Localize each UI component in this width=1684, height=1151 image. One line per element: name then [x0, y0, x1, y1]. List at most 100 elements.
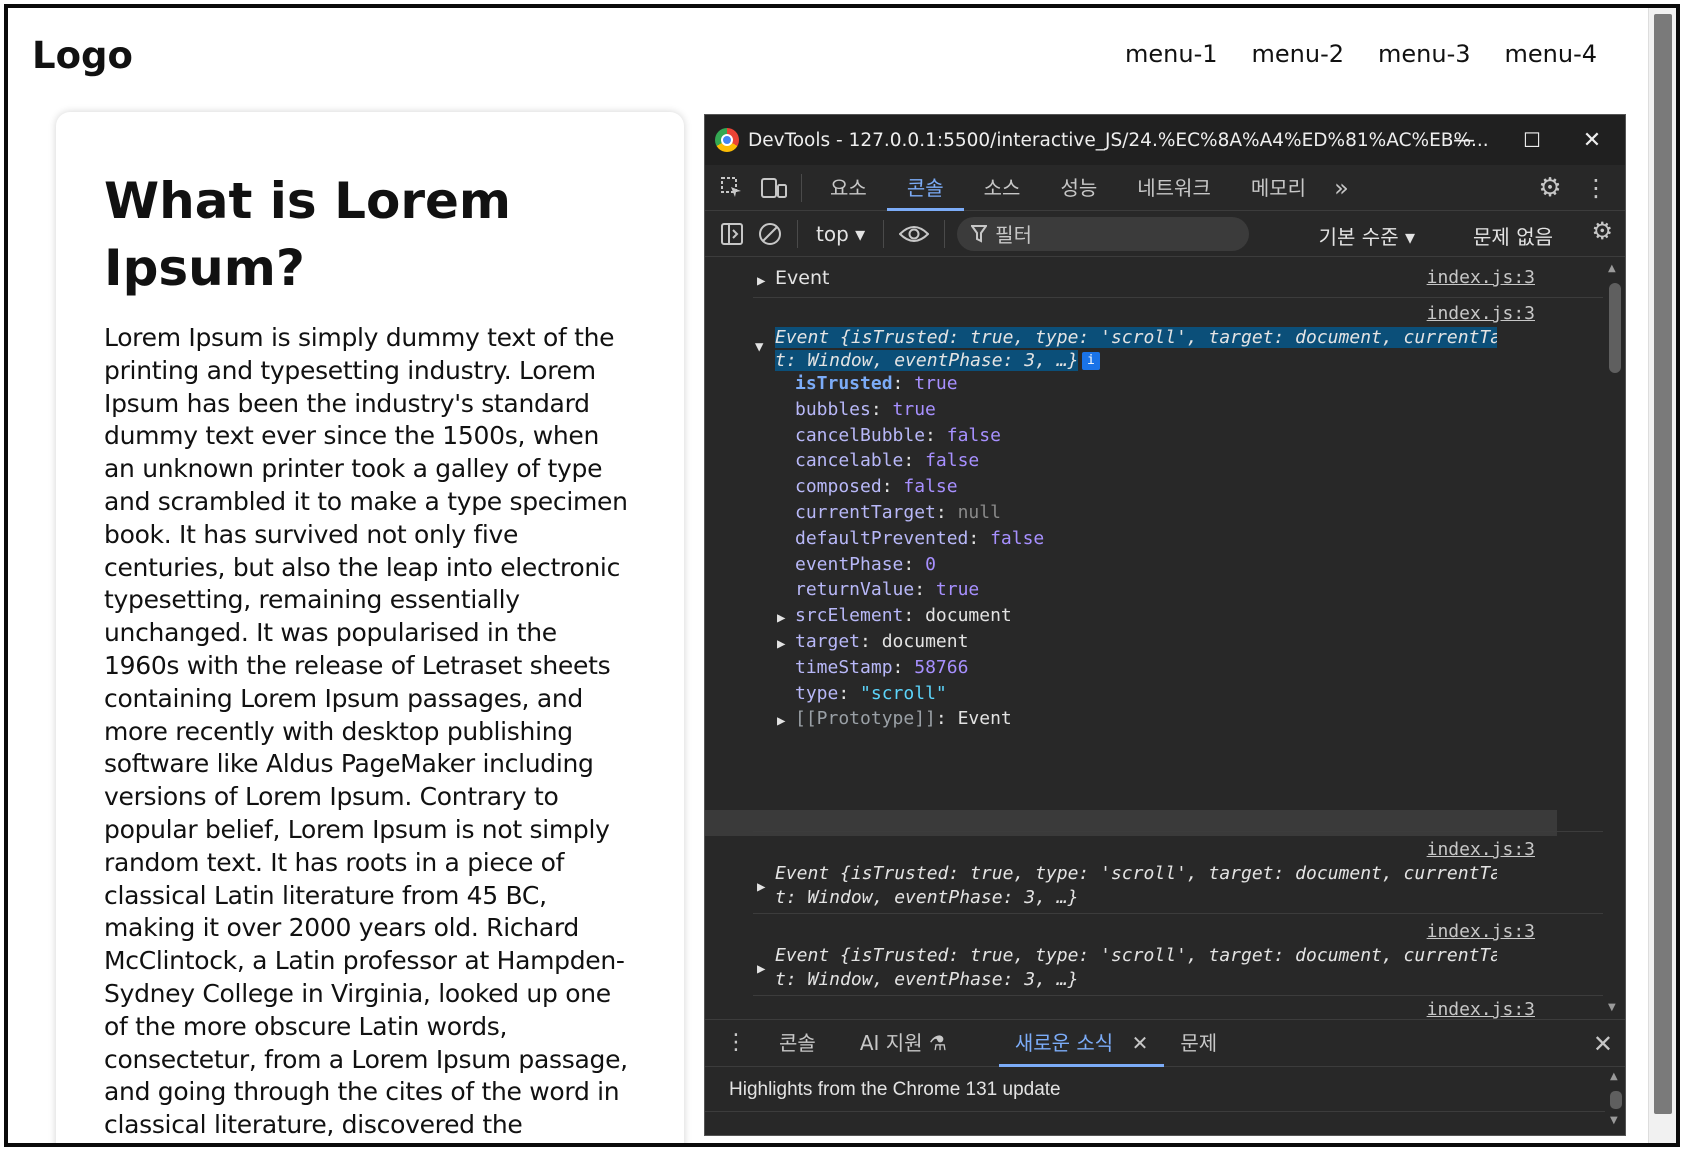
source-link[interactable]: index.js:3	[1427, 267, 1535, 288]
property-value: true	[935, 579, 980, 601]
source-link[interactable]: index.js:3	[1427, 303, 1535, 324]
minimize-button[interactable]: —	[1441, 123, 1487, 157]
scroll-up-arrow-icon[interactable]: ▲	[1610, 1071, 1618, 1082]
property-separator: :	[838, 682, 861, 704]
event-summary-line-2[interactable]: t: Window, eventPhase: 3, …}	[775, 350, 1079, 371]
chrome-logo-icon	[715, 128, 739, 152]
property-separator: :	[968, 527, 991, 549]
context-selector[interactable]: top ▾	[806, 222, 875, 246]
scroll-down-arrow-icon[interactable]: ▼	[1608, 1002, 1616, 1013]
property-value: document	[881, 631, 969, 652]
expand-triangle-icon[interactable]: ▶	[777, 610, 785, 626]
expand-triangle-icon[interactable]: ▶	[757, 273, 765, 289]
hovered-row-highlight	[705, 810, 1557, 836]
whats-new-panel: Highlights from the Chrome 131 update ▲ …	[705, 1067, 1625, 1135]
drawer-tab-console[interactable]: 콘솔	[763, 1019, 832, 1067]
toolbar-divider	[797, 219, 798, 248]
property-separator: :	[935, 708, 958, 730]
tab-console[interactable]: 콘솔	[886, 165, 964, 211]
filter-input[interactable]: 필터	[957, 216, 1250, 251]
event-property-row[interactable]: [[Prototype]]: Event	[795, 708, 1012, 729]
console-settings-gear-icon[interactable]: ⚙	[1591, 217, 1613, 245]
event-summary-line-1[interactable]: Event {isTrusted: true, type: 'scroll', …	[775, 327, 1497, 348]
device-toolbar-icon[interactable]	[755, 169, 793, 207]
property-separator: :	[903, 553, 926, 575]
menu-item-1[interactable]: menu-1	[1125, 40, 1218, 68]
property-key: cancelBubble	[795, 424, 926, 446]
property-value: 0	[925, 553, 936, 575]
event-property-row: currentTarget: null	[795, 502, 1001, 523]
close-button[interactable]: ✕	[1569, 123, 1615, 157]
event-property-row[interactable]: target: document	[795, 631, 968, 652]
collapsed-event-line-1[interactable]: Event {isTrusted: true, type: 'scroll', …	[775, 945, 1497, 966]
whats-new-headline[interactable]: Highlights from the Chrome 131 update	[729, 1079, 1061, 1101]
close-drawer-icon[interactable]: ✕	[1593, 1030, 1613, 1058]
close-tab-icon[interactable]: ✕	[1132, 1031, 1149, 1055]
property-value: true	[914, 373, 958, 394]
maximize-button[interactable]: ☐	[1509, 123, 1555, 157]
drawer-tab-whats-new-label: 새로운 소식	[1014, 1031, 1114, 1055]
issues-button[interactable]: 문제 없음	[1473, 221, 1553, 250]
collapsed-event-line-2[interactable]: t: Window, eventPhase: 3, …}	[775, 887, 1078, 908]
collapse-triangle-icon[interactable]: ▼	[755, 339, 763, 355]
expand-triangle-icon[interactable]: ▶	[777, 713, 785, 729]
tab-network[interactable]: 네트워크	[1117, 165, 1231, 211]
settings-gear-icon[interactable]: ⚙	[1531, 169, 1569, 207]
console-scrollbar-thumb[interactable]	[1609, 283, 1621, 373]
property-separator: :	[903, 605, 926, 627]
event-property-row: cancelable: false	[795, 450, 979, 471]
tab-performance[interactable]: 성능	[1040, 165, 1117, 211]
property-value: false	[925, 450, 980, 472]
property-key: eventPhase	[795, 553, 904, 575]
clear-console-icon[interactable]	[751, 215, 789, 253]
site-menu: menu-1 menu-2 menu-3 menu-4	[1125, 40, 1597, 68]
menu-item-2[interactable]: menu-2	[1252, 40, 1345, 68]
scroll-up-arrow-icon[interactable]: ▲	[1608, 263, 1616, 274]
event-property-row[interactable]: srcElement: document	[795, 605, 1012, 626]
kebab-menu-icon[interactable]: ⋮	[1577, 169, 1615, 207]
scroll-down-arrow-icon[interactable]: ▼	[1610, 1115, 1618, 1126]
page-scrollbar[interactable]	[1648, 8, 1676, 1143]
drawer-scrollbar-thumb[interactable]	[1610, 1091, 1622, 1109]
property-value: null	[957, 502, 1001, 523]
live-expression-eye-icon[interactable]	[892, 215, 936, 253]
site-logo[interactable]: Logo	[32, 34, 133, 77]
drawer-scrollbar[interactable]: ▲ ▼	[1605, 1067, 1625, 1135]
property-separator: :	[903, 450, 926, 472]
sidebar-toggle-icon[interactable]	[713, 215, 751, 253]
tab-elements[interactable]: 요소	[810, 165, 887, 211]
menu-item-4[interactable]: menu-4	[1505, 40, 1598, 68]
expand-triangle-icon[interactable]: ▶	[757, 961, 765, 977]
collapsed-event-line-2[interactable]: t: Window, eventPhase: 3, …}	[775, 969, 1078, 990]
devtools-titlebar[interactable]: DevTools - 127.0.0.1:5500/interactive_JS…	[705, 115, 1625, 165]
log-level-dropdown[interactable]: 기본 수준 ▾	[1319, 221, 1415, 250]
drawer-tab-issues[interactable]: 문제	[1164, 1019, 1233, 1067]
article-heading: What is Lorem Ipsum?	[104, 172, 511, 297]
property-key: currentTarget	[795, 502, 936, 523]
tab-sources[interactable]: 소스	[964, 165, 1041, 211]
inspect-element-icon[interactable]	[713, 169, 751, 207]
source-link[interactable]: index.js:3	[1427, 921, 1535, 942]
info-badge-icon[interactable]: i	[1082, 352, 1100, 370]
more-tabs-chevron-icon[interactable]: »	[1326, 165, 1357, 211]
event-property-row: bubbles: true	[795, 399, 936, 420]
collapsed-event-line-1[interactable]: Event {isTrusted: true, type: 'scroll', …	[775, 863, 1497, 884]
tab-memory[interactable]: 메모리	[1231, 165, 1326, 211]
page-scrollbar-thumb[interactable]	[1654, 14, 1672, 1114]
drawer-menu-icon[interactable]: ⋮	[705, 1019, 763, 1067]
console-scrollbar[interactable]: ▲ ▼	[1603, 257, 1625, 1019]
property-key: cancelable	[795, 450, 904, 472]
menu-item-3[interactable]: menu-3	[1378, 40, 1471, 68]
expand-triangle-icon[interactable]: ▶	[777, 636, 785, 652]
expand-triangle-icon[interactable]: ▶	[757, 879, 765, 895]
article-body: Lorem Ipsum is simply dummy text of the …	[104, 323, 628, 1143]
source-link[interactable]: index.js:3	[1427, 999, 1535, 1020]
drawer-tab-whats-new[interactable]: 새로운 소식 ✕	[998, 1019, 1165, 1067]
devtools-window-title: DevTools - 127.0.0.1:5500/interactive_JS…	[748, 129, 1489, 151]
property-key: defaultPrevented	[795, 527, 969, 549]
drawer-tabbar: ⋮ 콘솔 AI 지원 ⚗ 새로운 소식 ✕ 문제 ✕	[705, 1019, 1625, 1067]
event-property-row: type: "scroll"	[795, 683, 947, 704]
log-divider	[753, 297, 1605, 298]
source-link[interactable]: index.js:3	[1427, 839, 1535, 860]
drawer-tab-ai-assistance[interactable]: AI 지원 ⚗	[844, 1019, 963, 1067]
